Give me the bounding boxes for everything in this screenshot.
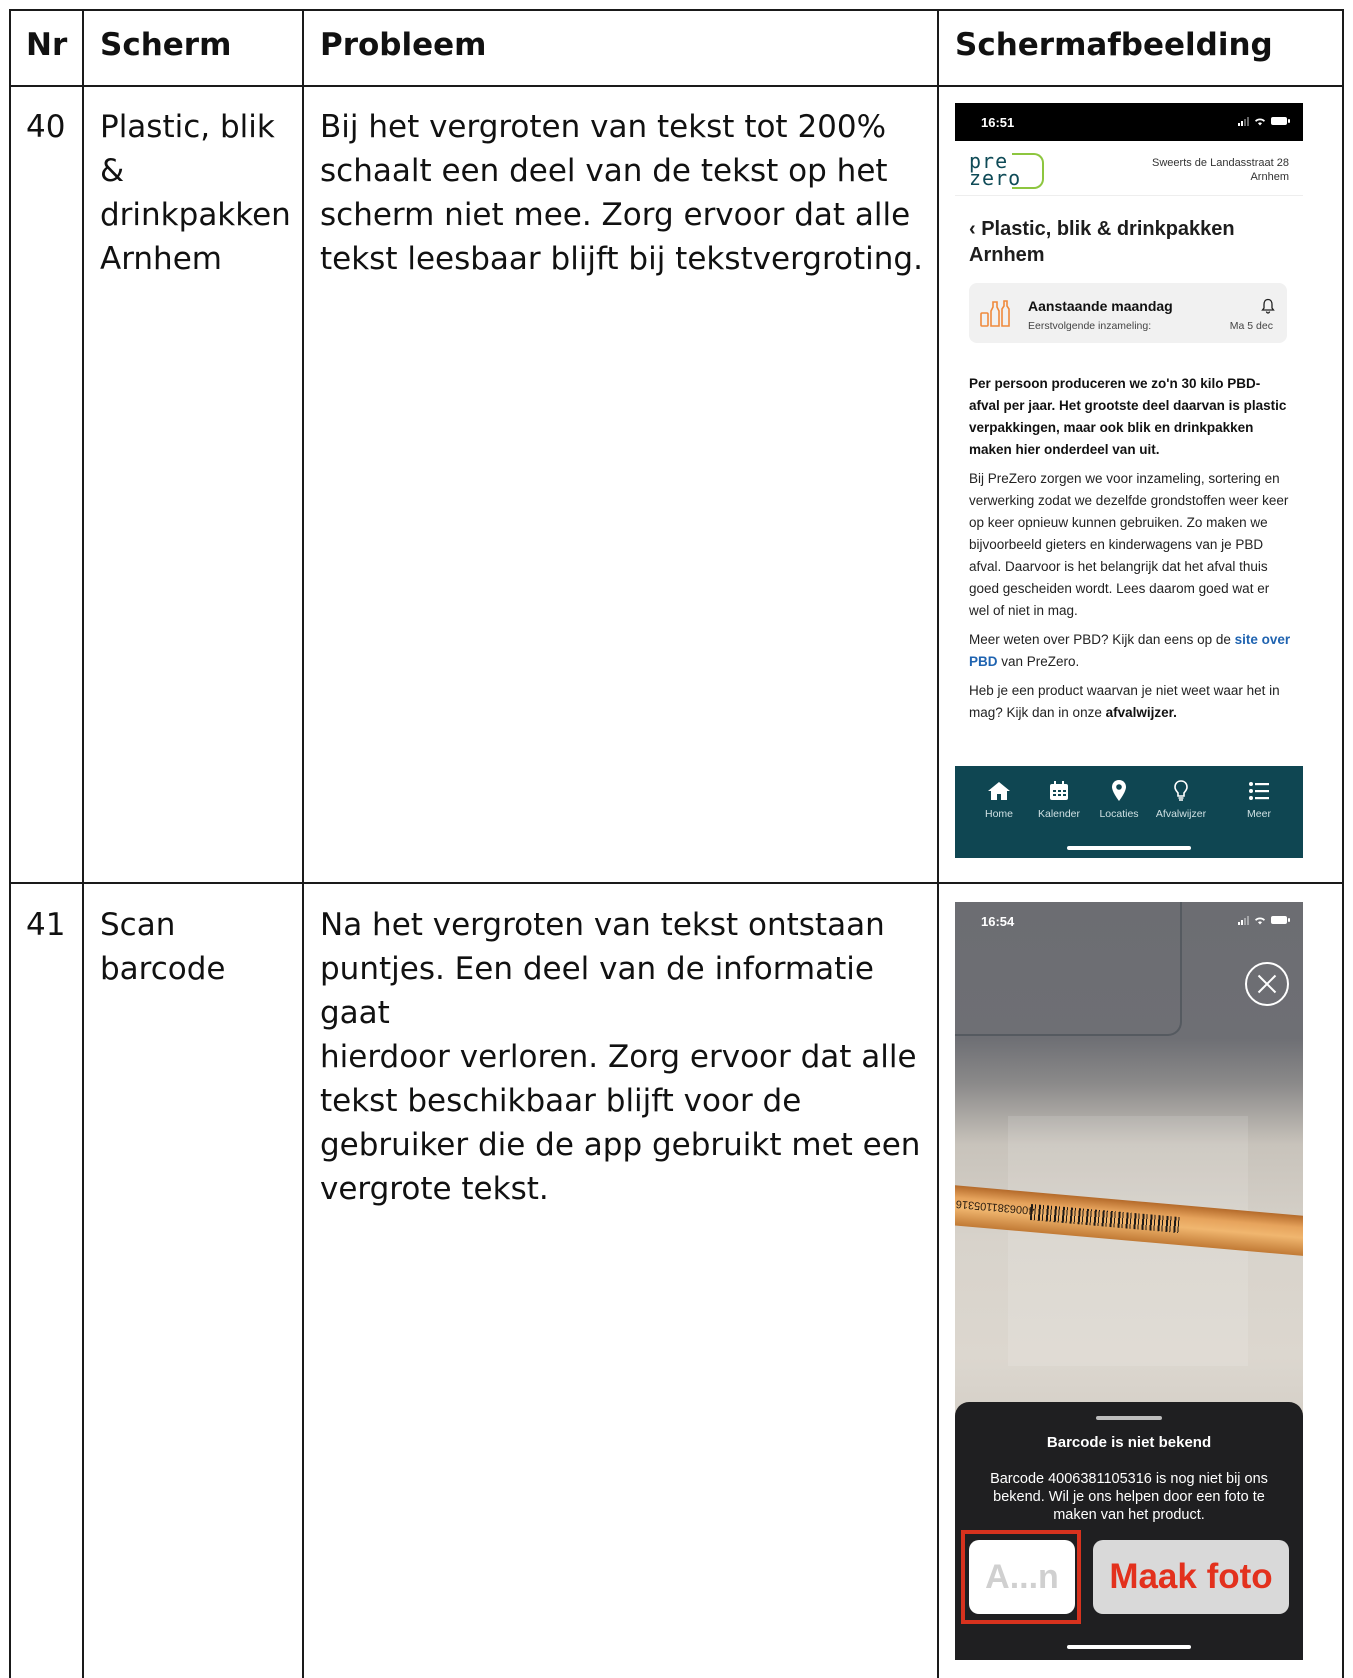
row-number: 41 — [26, 907, 66, 943]
lightbulb-icon — [1174, 780, 1188, 801]
tab-label: Afvalwijzer — [1155, 808, 1207, 820]
home-indicator — [1067, 1645, 1191, 1649]
signal-icon — [1238, 915, 1249, 925]
battery-icon — [1271, 117, 1290, 125]
status-time: 16:54 — [981, 914, 1015, 929]
waste-bottles-icon — [980, 300, 1010, 327]
text-line: hierdoor verloren. Zorg ervoor dat alle — [320, 1039, 917, 1075]
text-line: schaalt een deel van de tekst op het — [320, 153, 888, 189]
row-number: 40 — [26, 109, 66, 145]
text-line: puntjes. Een deel van de informatie gaat — [320, 951, 874, 1031]
status-icons — [1238, 915, 1290, 925]
text-line: Na het vergroten van tekst ontstaan — [320, 907, 885, 943]
card-date: Ma 5 dec — [1229, 320, 1273, 332]
wifi-icon — [1255, 118, 1265, 126]
text-line: barcode — [100, 951, 226, 987]
tab-label: Meer — [1247, 808, 1271, 820]
tab-locaties[interactable]: Locaties — [1085, 778, 1153, 820]
table-border-header — [9, 85, 1344, 87]
lead-paragraph: Per persoon produceren we zo'n 30 kilo P… — [969, 376, 1287, 457]
issue-highlight — [961, 1530, 1081, 1624]
text-line: gebruiker die de app gebruikt met een — [320, 1127, 921, 1163]
header-probleem: Probleem — [320, 27, 487, 63]
text-line: & — [100, 153, 125, 189]
collection-card[interactable]: Aanstaande maandag Eerstvolgende inzamel… — [969, 283, 1287, 343]
address[interactable]: Sweerts de Landasstraat 28 Arnhem — [1152, 156, 1289, 184]
bottom-sheet: Barcode is niet bekend Barcode 400638110… — [955, 1402, 1303, 1660]
prezero-logo: pre zero — [969, 150, 1049, 189]
sheet-message: Barcode 4006381105316 is nog niet bij on… — [990, 1471, 1268, 1523]
signal-icon — [1238, 116, 1249, 126]
status-time: 16:51 — [981, 115, 1015, 130]
address-street: Sweerts de Landasstraat 28 — [1152, 157, 1289, 169]
list-icon — [1249, 782, 1269, 800]
page-title[interactable]: ‹ Plastic, blik & drinkpakken Arnhem — [969, 216, 1289, 268]
text-line: Scan — [100, 907, 176, 943]
status-bar: 16:54 — [955, 902, 1303, 940]
row-problem: Bij het vergroten van tekst tot 200% sch… — [320, 105, 930, 281]
table-col-divider — [937, 9, 939, 1678]
status-icons — [1238, 116, 1290, 126]
close-icon[interactable] — [1245, 962, 1289, 1006]
text-line: tekst leesbaar blijft bij tekstvergrotin… — [320, 241, 923, 277]
text-line: Plastic, blik — [100, 109, 275, 145]
app-header: pre zero Sweerts de Landasstraat 28 Arnh… — [955, 141, 1303, 196]
header-nr: Nr — [26, 27, 68, 63]
body-paragraph: Heb je een product waarvan je niet weet … — [969, 680, 1291, 724]
location-pin-icon — [1112, 780, 1126, 801]
text-line: drinkpakken — [100, 197, 291, 233]
table-border-row — [9, 882, 1344, 884]
tab-home[interactable]: Home — [965, 778, 1033, 820]
body-paragraph: Bij PreZero zorgen we voor inzameling, s… — [969, 471, 1289, 618]
table-border-left — [9, 9, 11, 1678]
card-title: Aanstaande maandag — [1028, 298, 1173, 314]
text-line: tekst beschikbaar blijft voor de — [320, 1083, 802, 1119]
home-icon — [988, 782, 1010, 800]
sheet-grabber[interactable] — [1096, 1416, 1162, 1420]
screenshot-pbd-page: 16:51 pre zero Sweerts de Landasstraat 2… — [955, 103, 1303, 858]
text-line: Arnhem — [100, 241, 222, 277]
tab-afvalwijzer[interactable]: Afvalwijzer — [1147, 778, 1215, 820]
bell-icon[interactable] — [1261, 298, 1275, 314]
table-border-right — [1342, 9, 1344, 1678]
calendar-icon — [1050, 781, 1068, 800]
text-line: scherm niet mee. Zorg ervoor dat alle — [320, 197, 911, 233]
header-schermafbeelding: Schermafbeelding — [955, 27, 1273, 63]
battery-icon — [1271, 916, 1290, 924]
pencil-barcode-number: 4006381105316 — [955, 1197, 1035, 1217]
sheet-title: Barcode is niet bekend — [1046, 1434, 1212, 1451]
text-span: Meer weten over PBD? Kijk dan eens op de — [969, 632, 1235, 647]
page-content: Per persoon produceren we zo'n 30 kilo P… — [969, 373, 1291, 731]
row-screen-name: Plastic, blik & drinkpakken Arnhem — [100, 105, 300, 281]
take-photo-button[interactable]: Maak foto — [1093, 1540, 1289, 1614]
table-border-top — [9, 9, 1344, 11]
tab-bar: Home Kalender Locaties Afvalwijzer Meer — [955, 766, 1303, 858]
wifi-icon — [1255, 917, 1265, 925]
text-span: van PreZero. — [997, 654, 1080, 669]
table-col-divider — [302, 9, 304, 1678]
tab-meer[interactable]: Meer — [1225, 778, 1293, 820]
barcode-graphic — [1029, 1204, 1181, 1234]
screenshot-scan-barcode: 4006381105316 16:54 Barcode is niet beke… — [955, 902, 1303, 1660]
text-line: Bij het vergroten van tekst tot 200% — [320, 109, 887, 145]
text-line: vergrote tekst. — [320, 1171, 549, 1207]
tab-label: Home — [984, 808, 1013, 820]
card-subtitle: Eerstvolgende inzameling: — [1028, 320, 1152, 332]
row-problem: Na het vergroten van tekst ontstaan punt… — [320, 903, 935, 1211]
status-bar: 16:51 — [955, 103, 1303, 141]
tab-label: Locaties — [1099, 808, 1139, 820]
tab-kalender[interactable]: Kalender — [1025, 778, 1093, 820]
tab-label: Kalender — [1037, 808, 1081, 820]
body-paragraph: Meer weten over PBD? Kijk dan eens op de… — [969, 629, 1291, 673]
afvalwijzer-link[interactable]: afvalwijzer. — [1106, 705, 1177, 720]
home-indicator — [1067, 846, 1191, 850]
table-col-divider — [82, 9, 84, 1678]
address-city: Arnhem — [1250, 171, 1289, 183]
row-screen-name: Scan barcode — [100, 903, 300, 991]
header-scherm: Scherm — [100, 27, 232, 63]
